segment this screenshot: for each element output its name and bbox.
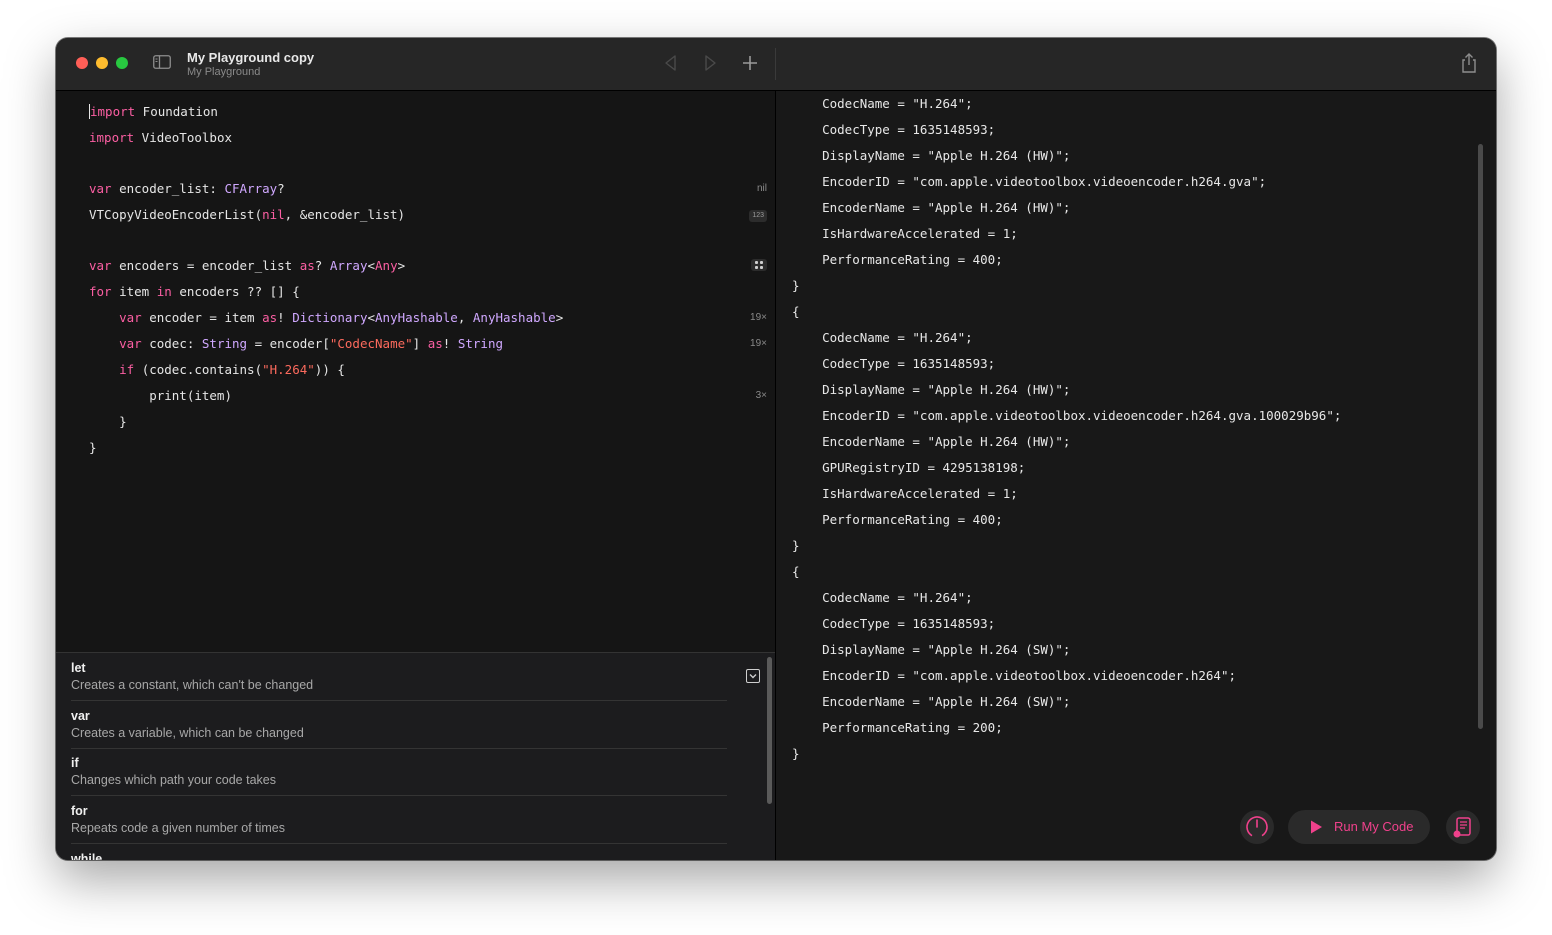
line-result-count[interactable]: 3× [756,386,767,406]
line-result-count[interactable]: 19× [750,308,767,328]
sidebar-toggle-icon[interactable] [153,55,171,69]
code-line[interactable]: } [89,412,127,432]
back-icon[interactable] [661,53,681,73]
close-window-button[interactable] [76,57,88,69]
console-output: CodecName = "H.264"; CodecType = 1635148… [776,91,1496,860]
suggestion-item-if[interactable]: if Changes which path your code takes [71,748,727,796]
collapse-icon[interactable] [746,669,760,683]
console-line: EncoderName = "Apple H.264 (HW)"; [792,434,1071,449]
console-line: IsHardwareAccelerated = 1; [792,486,1018,501]
code-line[interactable]: import Foundation [89,102,218,122]
title-bar: My Playground copy My Playground [56,38,1496,91]
plus-icon[interactable] [740,53,760,73]
console-line: EncoderID = "com.apple.videotoolbox.vide… [792,174,1267,189]
playground-window: My Playground copy My Playground import … [56,38,1496,860]
line-result-number[interactable]: 123 [749,205,767,225]
grid-view-icon [751,259,767,272]
line-result-nil[interactable]: nil [757,179,767,199]
speed-meter-button[interactable] [1240,810,1274,844]
minimize-window-button[interactable] [96,57,108,69]
keyword-suggestions-panel: let Creates a constant, which can't be c… [56,652,775,860]
console-line: EncoderID = "com.apple.videotoolbox.vide… [792,668,1237,683]
line-result-grid[interactable] [751,256,767,276]
document-title: My Playground copy [187,50,315,65]
code-line[interactable]: var encoder = item as! Dictionary<AnyHas… [89,308,563,328]
play-icon [1311,820,1322,834]
console-line: CodecName = "H.264"; [792,590,973,605]
console-line: CodecName = "H.264"; [792,96,973,111]
code-line[interactable]: var encoder_list: CFArray? [89,179,285,199]
console-scrollbar[interactable] [1478,144,1483,729]
console-line: { [792,304,800,319]
run-button-label: Run My Code [1334,819,1414,834]
suggestions-scrollbar[interactable] [767,657,772,804]
code-line[interactable]: import VideoToolbox [89,128,232,148]
suggestion-item-for[interactable]: for Repeats code a given number of times [71,796,727,844]
run-my-code-button[interactable]: Run My Code [1288,810,1430,844]
console-line: } [792,746,800,761]
console-line: DisplayName = "Apple H.264 (HW)"; [792,382,1071,397]
toolbar-divider [775,48,776,80]
console-line: PerformanceRating = 400; [792,252,1003,267]
suggestion-item-while[interactable]: while [71,844,727,860]
forward-icon[interactable] [700,53,720,73]
document-icon [1453,817,1471,838]
code-editor[interactable]: import Foundation import VideoToolbox va… [56,91,775,652]
line-result-count[interactable]: 19× [750,334,767,354]
speed-meter-icon [1246,816,1268,838]
console-line: PerformanceRating = 400; [792,512,1003,527]
console-line: GPURegistryID = 4295138198; [792,460,1026,475]
code-line[interactable]: for item in encoders ?? [] { [89,282,300,302]
console-line: CodecType = 1635148593; [792,356,996,371]
console-line: { [792,564,800,579]
console-line: CodecType = 1635148593; [792,122,996,137]
console-line: } [792,278,800,293]
console-line: } [792,538,800,553]
code-line[interactable]: if (codec.contains("H.264")) { [89,360,345,380]
code-line[interactable]: print(item) [89,386,232,406]
code-line[interactable]: } [89,438,97,458]
document-button[interactable] [1446,810,1480,844]
console-line: EncoderName = "Apple H.264 (HW)"; [792,200,1071,215]
code-line[interactable]: VTCopyVideoEncoderList(nil, &encoder_lis… [89,205,405,225]
document-subtitle: My Playground [187,66,261,78]
code-line[interactable]: var encoders = encoder_list as? Array<An… [89,256,405,276]
console-line: IsHardwareAccelerated = 1; [792,226,1018,241]
suggestion-item-let[interactable]: let Creates a constant, which can't be c… [71,653,727,701]
share-icon[interactable] [1460,52,1478,74]
code-line[interactable]: var codec: String = encoder["CodecName"]… [89,334,503,354]
console-line: CodecType = 1635148593; [792,616,996,631]
zoom-window-button[interactable] [116,57,128,69]
console-line: EncoderID = "com.apple.videotoolbox.vide… [792,408,1342,423]
console-line: EncoderName = "Apple H.264 (SW)"; [792,694,1071,709]
console-line: DisplayName = "Apple H.264 (HW)"; [792,148,1071,163]
suggestion-item-var[interactable]: var Creates a variable, which can be cha… [71,701,727,749]
console-line: PerformanceRating = 200; [792,720,1003,735]
console-line: CodecName = "H.264"; [792,330,973,345]
console-line: DisplayName = "Apple H.264 (SW)"; [792,642,1071,657]
